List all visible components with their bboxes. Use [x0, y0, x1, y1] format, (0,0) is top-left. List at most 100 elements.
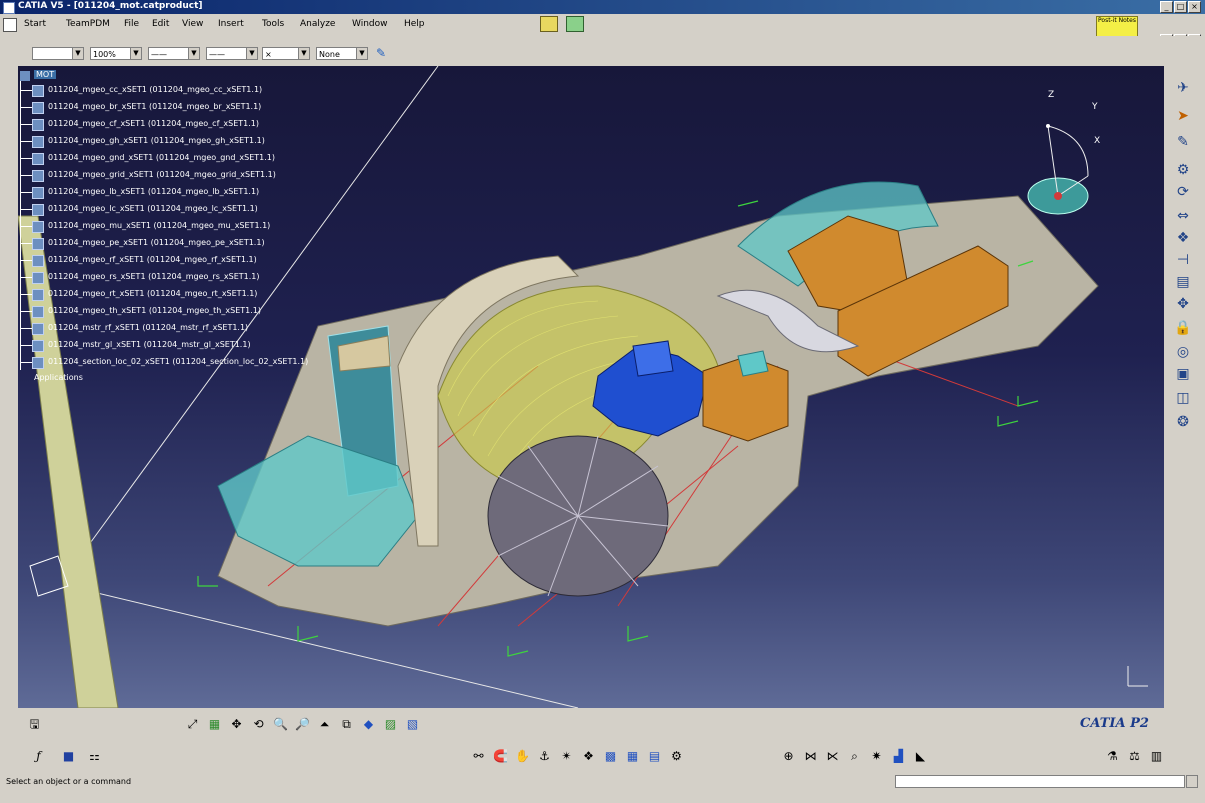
tree-item[interactable]: 011204_mstr_gl_xSET1 (011204_mstr_gl_xSE… — [20, 337, 360, 354]
table-icon[interactable]: ▥ — [1148, 748, 1165, 764]
component-icon[interactable]: ▩ — [602, 748, 619, 764]
chart-icon[interactable]: ▟ — [890, 748, 907, 764]
catia-app-icon[interactable] — [3, 2, 15, 14]
explode-icon[interactable]: ✴ — [558, 748, 575, 764]
command-go-button[interactable] — [1186, 775, 1198, 788]
tree-item[interactable]: 011204_mstr_rf_xSET1 (011204_mstr_rf_xSE… — [20, 320, 360, 337]
painter-icon[interactable]: ✎ — [372, 46, 390, 60]
zoom-combo[interactable]: 100% ▼ — [90, 47, 142, 60]
layer-combo[interactable]: None ▼ — [316, 47, 368, 60]
select-icon[interactable]: ➤ — [1172, 106, 1194, 126]
menu-tools[interactable]: Tools — [262, 19, 284, 29]
search-icon[interactable]: ⌕ — [846, 748, 863, 764]
part-icon — [32, 323, 44, 335]
new-part-icon[interactable]: ▤ — [646, 748, 663, 764]
menu-edit[interactable]: Edit — [152, 19, 169, 29]
formula-icon[interactable]: ƒ — [30, 748, 47, 764]
color-combo[interactable]: ▼ — [32, 47, 84, 60]
menu-start[interactable]: Start — [24, 19, 46, 29]
hide-show-icon[interactable]: ▣ — [1172, 364, 1194, 384]
product-icon[interactable] — [540, 16, 558, 32]
pan-icon[interactable]: ✥ — [1172, 294, 1194, 314]
multi-view-icon[interactable]: ⧉ — [338, 716, 355, 732]
tree-item[interactable]: 011204_mgeo_br_xSET1 (011204_mgeo_br_xSE… — [20, 99, 360, 116]
parameter-icon[interactable]: ⚖ — [1126, 748, 1143, 764]
tree-item[interactable]: 011204_mgeo_grid_xSET1 (011204_mgeo_grid… — [20, 167, 360, 184]
menu-insert[interactable]: Insert — [218, 19, 244, 29]
analysis-icon[interactable]: ▤ — [1172, 272, 1194, 292]
close-button[interactable]: × — [1188, 1, 1201, 13]
pan-icon[interactable]: ✥ — [228, 716, 245, 732]
normal-view-icon[interactable]: ◎ — [1172, 342, 1194, 362]
menu-view[interactable]: View — [182, 19, 203, 29]
rotate-icon[interactable]: ⟳ — [1172, 182, 1194, 202]
save-icon[interactable]: 🖫 — [26, 716, 43, 732]
constraint-icon[interactable]: ⊣ — [1172, 250, 1194, 270]
2d-view-icon[interactable]: ◫ — [1172, 388, 1194, 408]
section-icon[interactable]: ◣ — [912, 748, 929, 764]
fly-mode-icon[interactable]: ✈ — [1172, 78, 1194, 98]
lock-icon[interactable]: 🔒 — [1172, 318, 1194, 338]
tree-icon[interactable]: ⚏ — [86, 748, 103, 764]
grid-icon[interactable]: ▦ — [206, 716, 223, 732]
clash-icon[interactable]: ✷ — [868, 748, 885, 764]
render-icon[interactable]: ❂ — [1172, 412, 1194, 432]
magnet-icon[interactable]: 🧲 — [492, 748, 509, 764]
fit-all-icon[interactable]: ⤢ — [184, 716, 201, 732]
constraint-icon[interactable]: ⚯ — [470, 748, 487, 764]
hide-icon[interactable]: ▧ — [404, 716, 421, 732]
tree-item[interactable]: 011204_mgeo_gnd_xSET1 (011204_mgeo_gnd_x… — [20, 150, 360, 167]
knowledge-icon[interactable]: ⚗ — [1104, 748, 1121, 764]
fix-icon[interactable]: ⚓ — [536, 748, 553, 764]
measure-inertia-icon[interactable]: ⋉ — [824, 748, 841, 764]
menu-teampdm[interactable]: TeamPDM — [66, 19, 110, 29]
tree-item[interactable]: 011204_mgeo_rf_xSET1 (011204_mgeo_rf_xSE… — [20, 252, 360, 269]
measure-item-icon[interactable]: ⋈ — [802, 748, 819, 764]
tree-root[interactable]: MOT — [20, 70, 60, 82]
iso-view-icon[interactable]: ◆ — [360, 716, 377, 732]
measure-between-icon[interactable]: ⊕ — [780, 748, 797, 764]
zoom-out-icon[interactable]: 🔎 — [294, 716, 311, 732]
tree-item[interactable]: 011204_mgeo_cc_xSET1 (011204_mgeo_cc_xSE… — [20, 82, 360, 99]
assembly-icon[interactable]: ⚙ — [1172, 160, 1194, 180]
new-product-icon[interactable]: ▦ — [624, 748, 641, 764]
shading-icon[interactable]: ▨ — [382, 716, 399, 732]
tree-applications[interactable]: Applications — [20, 370, 360, 387]
chevron-down-icon: ▼ — [246, 48, 257, 59]
tree-item[interactable]: 011204_mgeo_pe_xSET1 (011204_mgeo_pe_xSE… — [20, 235, 360, 252]
manipulate-icon[interactable]: ✋ — [514, 748, 531, 764]
tree-item[interactable]: 011204_mgeo_lb_xSET1 (011204_mgeo_lb_xSE… — [20, 184, 360, 201]
zoom-in-icon[interactable]: 🔍 — [272, 716, 289, 732]
menu-file[interactable]: File — [124, 19, 139, 29]
status-bar: Select an object or a command — [0, 772, 1205, 803]
tree-item[interactable]: 011204_mgeo_th_xSET1 (011204_mgeo_th_xSE… — [20, 303, 360, 320]
tree-item[interactable]: 011204_mgeo_rt_xSET1 (011204_mgeo_rt_xSE… — [20, 286, 360, 303]
command-input[interactable] — [895, 775, 1185, 788]
snap-icon[interactable]: ❖ — [1172, 228, 1194, 248]
tree-item-label: 011204_section_loc_02_xSET1 (011204_sect… — [48, 357, 309, 366]
color-icon[interactable]: ■ — [60, 748, 77, 764]
linetype-combo[interactable]: —— ▼ — [148, 47, 200, 60]
tree-item[interactable]: 011204_mgeo_lc_xSET1 (011204_mgeo_lc_xSE… — [20, 201, 360, 218]
tree-item[interactable]: 011204_section_loc_02_xSET1 (011204_sect… — [20, 354, 360, 371]
minimize-button[interactable]: _ — [1160, 1, 1173, 13]
measure-icon[interactable]: ⇔ — [1172, 206, 1194, 226]
lineweight-combo[interactable]: —— ▼ — [206, 47, 258, 60]
rotate-icon[interactable]: ⟲ — [250, 716, 267, 732]
tree-item[interactable]: 011204_mgeo_mu_xSET1 (011204_mgeo_mu_xSE… — [20, 218, 360, 235]
sketch-icon[interactable]: ✎ — [1172, 132, 1194, 152]
tree-item[interactable]: 011204_mgeo_rs_xSET1 (011204_mgeo_rs_xSE… — [20, 269, 360, 286]
menu-analyze[interactable]: Analyze — [300, 19, 335, 29]
tree-item[interactable]: 011204_mgeo_gh_xSET1 (011204_mgeo_gh_xSE… — [20, 133, 360, 150]
tree-item[interactable]: 011204_mgeo_cf_xSET1 (011204_mgeo_cf_xSE… — [20, 116, 360, 133]
snap-icon[interactable]: ❖ — [580, 748, 597, 764]
document-icon[interactable] — [3, 18, 17, 32]
normal-view-icon[interactable]: ⏶ — [316, 716, 333, 732]
menu-window[interactable]: Window — [352, 19, 388, 29]
existing-component-icon[interactable]: ⚙ — [668, 748, 685, 764]
part-icon — [32, 170, 44, 182]
part-icon[interactable] — [566, 16, 584, 32]
maximize-button[interactable]: □ — [1174, 1, 1187, 13]
menu-help[interactable]: Help — [404, 19, 425, 29]
point-combo[interactable]: × ▼ — [262, 47, 310, 60]
